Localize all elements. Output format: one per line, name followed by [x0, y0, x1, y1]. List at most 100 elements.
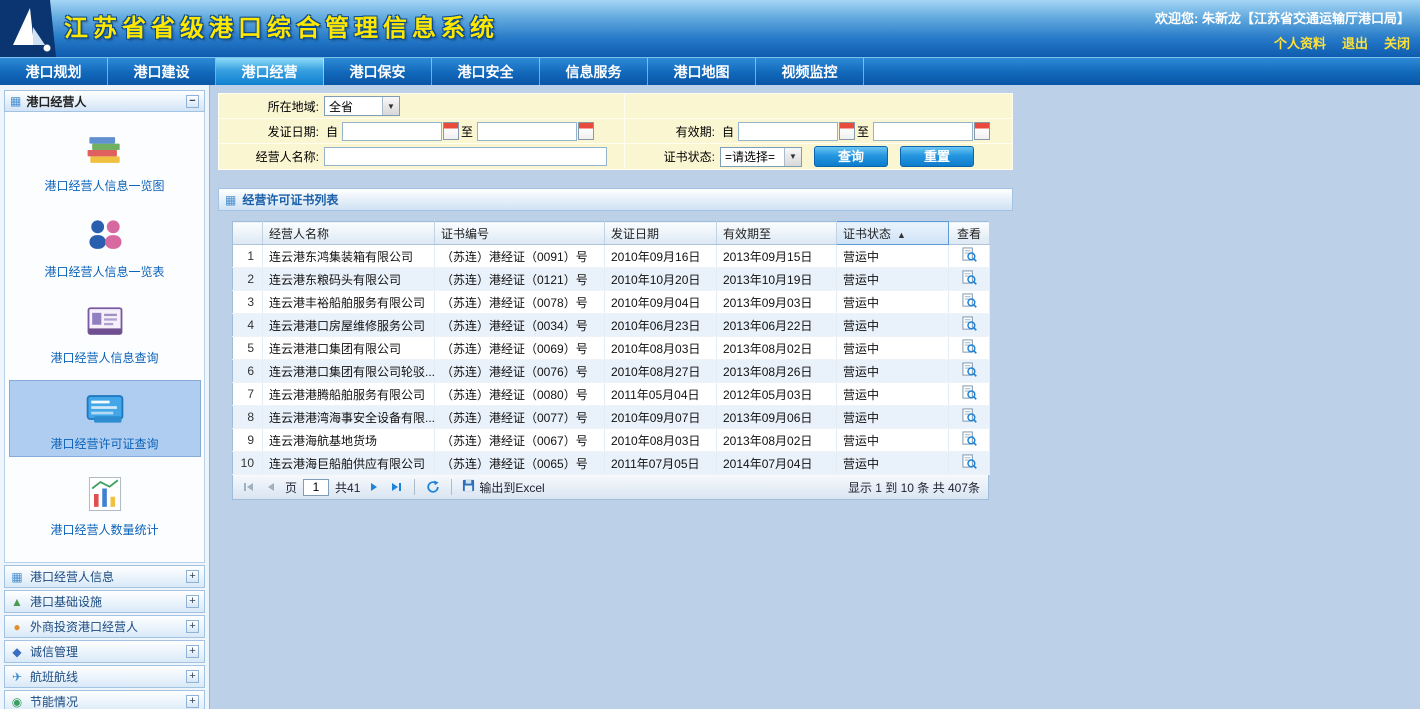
header-link-close[interactable]: 关闭 — [1384, 33, 1410, 52]
header-link-profile[interactable]: 个人资料 — [1274, 33, 1326, 52]
column-header[interactable]: 证书状态▲ — [837, 222, 949, 245]
panel-grid-icon: ▦ — [10, 94, 21, 108]
collapse-button[interactable]: − — [186, 95, 199, 108]
app-header: 江苏省省级港口综合管理信息系统 欢迎您: 朱新龙【江苏省交通运输厅港口局】 个人… — [0, 0, 1420, 57]
nav-tab-port-security[interactable]: 港口保安 — [324, 58, 432, 85]
column-header[interactable]: 有效期至 — [717, 222, 837, 245]
valid-until: 2013年06月22日 — [717, 314, 837, 337]
expand-button[interactable]: + — [186, 595, 199, 608]
expand-button[interactable]: + — [186, 695, 199, 708]
refresh-button[interactable] — [425, 479, 441, 495]
reset-button[interactable]: 重置 — [900, 146, 974, 167]
export-excel-button[interactable]: 输出到Excel — [462, 479, 544, 496]
sidebar-item-overview-diagram[interactable]: 港口经营人信息一览图 — [9, 122, 201, 199]
issue-date-from-input[interactable] — [342, 122, 442, 141]
operator-name-label: 经营人名称: — [219, 148, 324, 165]
first-page-button[interactable] — [241, 479, 257, 495]
sidebar-panel-integrity[interactable]: ◆诚信管理+ — [4, 640, 205, 663]
list-panel-header: ▦ 经营许可证书列表 — [218, 188, 1013, 211]
table-row: 4连云港港口房屋维修服务公司（苏连）港经证（0034）号2010年06月23日2… — [233, 314, 990, 337]
last-page-button[interactable] — [388, 479, 404, 495]
column-header[interactable]: 证书编号 — [435, 222, 605, 245]
nav-tab-port-map[interactable]: 港口地图 — [648, 58, 756, 85]
page-input[interactable] — [303, 479, 329, 496]
view-cell — [949, 360, 990, 383]
sidebar-item-label: 港口经营许可证查询 — [10, 435, 200, 452]
sidebar-panel-foreign-investment[interactable]: ●外商投资港口经营人+ — [4, 615, 205, 638]
header-link-logout[interactable]: 退出 — [1342, 33, 1368, 52]
sidebar-panel-routes[interactable]: ✈航班航线+ — [4, 665, 205, 688]
page-body: ▦ 港口经营人 − 港口经营人信息一览图港口经营人信息一览表港口经营人信息查询港… — [0, 85, 1420, 709]
operator-name: 连云港海巨船舶供应有限公司 — [263, 452, 435, 475]
view-cell — [949, 406, 990, 429]
column-header[interactable]: 经营人名称 — [263, 222, 435, 245]
panel-label: 节能情况 — [30, 693, 78, 709]
panel-label: 港口基础设施 — [30, 593, 102, 610]
column-header-rownum — [233, 222, 263, 245]
sidebar-item-info-query[interactable]: 港口经营人信息查询 — [9, 294, 201, 371]
nav-tab-port-construction[interactable]: 港口建设 — [108, 58, 216, 85]
expand-button[interactable]: + — [186, 620, 199, 633]
calendar-icon[interactable] — [443, 122, 459, 140]
view-icon[interactable] — [962, 293, 977, 311]
prev-page-button[interactable] — [263, 479, 279, 495]
sidebar-item-license-query[interactable]: 港口经营许可证查询 — [9, 380, 201, 457]
calendar-icon[interactable] — [578, 122, 594, 140]
valid-from-input[interactable] — [738, 122, 838, 141]
nav-tab-port-planning[interactable]: 港口规划 — [0, 58, 108, 85]
view-icon[interactable] — [962, 385, 977, 403]
view-icon[interactable] — [962, 362, 977, 380]
issue-date: 2010年09月16日 — [605, 245, 717, 268]
view-icon[interactable] — [962, 270, 977, 288]
cert-status-select[interactable]: =请选择= ▼ — [720, 147, 802, 167]
expand-button[interactable]: + — [186, 570, 199, 583]
issue-date-to-input[interactable] — [477, 122, 577, 141]
calendar-icon[interactable] — [839, 122, 855, 140]
nav-tab-port-safety[interactable]: 港口安全 — [432, 58, 540, 85]
save-disk-icon — [462, 479, 475, 495]
sidebar-item-label: 港口经营人信息一览图 — [9, 177, 201, 194]
collapsed-panels: ▦港口经营人信息+▲港口基础设施+●外商投资港口经营人+◆诚信管理+✈航班航线+… — [4, 565, 205, 709]
valid-until: 2012年05月03日 — [717, 383, 837, 406]
license-icon — [10, 386, 200, 430]
operator-name-input[interactable] — [324, 147, 607, 166]
list-grid-icon: ▦ — [225, 193, 236, 207]
next-page-button[interactable] — [366, 479, 382, 495]
issue-date: 2011年07月05日 — [605, 452, 717, 475]
sidebar-item-overview-table[interactable]: 港口经营人信息一览表 — [9, 208, 201, 285]
expand-button[interactable]: + — [186, 670, 199, 683]
column-header[interactable]: 查看 — [949, 222, 990, 245]
expand-button[interactable]: + — [186, 645, 199, 658]
nav-tab-video-monitor[interactable]: 视频监控 — [756, 58, 864, 85]
calendar-icon[interactable] — [974, 122, 990, 140]
view-icon[interactable] — [962, 247, 977, 265]
row-number: 1 — [233, 245, 263, 268]
view-icon[interactable] — [962, 454, 977, 472]
region-select[interactable]: 全省 ▼ — [324, 96, 400, 116]
sidebar-panel-title: 港口经营人 — [26, 93, 86, 110]
nav-tab-info-service[interactable]: 信息服务 — [540, 58, 648, 85]
sidebar-panel-energy[interactable]: ◉节能情况+ — [4, 690, 205, 709]
view-icon[interactable] — [962, 431, 977, 449]
panel-label: 诚信管理 — [30, 643, 78, 660]
search-button[interactable]: 查询 — [814, 146, 888, 167]
table-body: 1连云港东鸿集装箱有限公司（苏连）港经证（0091）号2010年09月16日20… — [233, 245, 990, 475]
operator-name: 连云港港口房屋维修服务公司 — [263, 314, 435, 337]
row-number: 8 — [233, 406, 263, 429]
table-row: 6连云港港口集团有限公司轮驳...（苏连）港经证（0076）号2010年08月2… — [233, 360, 990, 383]
sidebar-panel-operator-info[interactable]: ▦港口经营人信息+ — [4, 565, 205, 588]
sidebar-item-quantity-stats[interactable]: 港口经营人数量统计 — [9, 466, 201, 543]
view-icon[interactable] — [962, 408, 977, 426]
view-icon[interactable] — [962, 316, 977, 334]
view-cell — [949, 429, 990, 452]
sidebar-panel-header[interactable]: ▦ 港口经营人 − — [4, 90, 205, 112]
issue-date: 2010年08月27日 — [605, 360, 717, 383]
valid-to-input[interactable] — [873, 122, 973, 141]
view-cell — [949, 268, 990, 291]
form-row-region: 所在地域: 全省 ▼ — [219, 94, 1012, 119]
view-icon[interactable] — [962, 339, 977, 357]
column-header[interactable]: 发证日期 — [605, 222, 717, 245]
chevron-down-icon: ▼ — [382, 97, 399, 115]
nav-tab-port-operation[interactable]: 港口经营 — [216, 58, 324, 85]
sidebar-panel-infrastructure[interactable]: ▲港口基础设施+ — [4, 590, 205, 613]
